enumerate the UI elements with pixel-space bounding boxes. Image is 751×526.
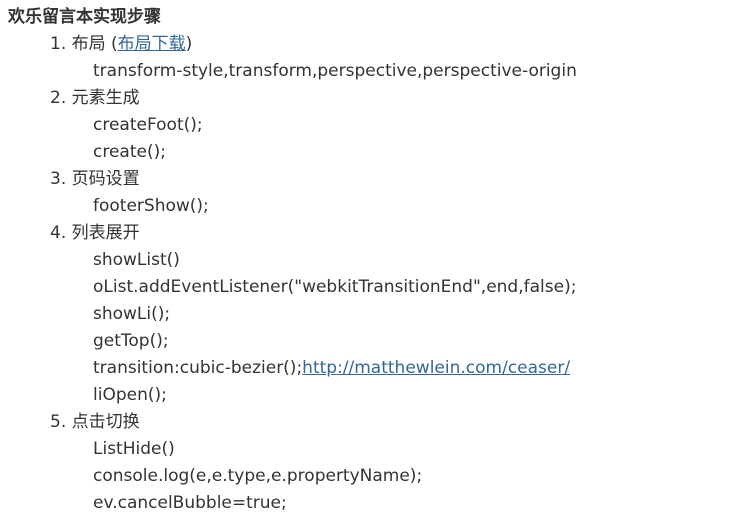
step-1-label: 1. 布局 (50, 34, 106, 54)
layout-download-link[interactable]: 布局下载 (118, 34, 186, 54)
code-line: oList.addEventListener("webkitTransition… (93, 277, 577, 297)
code-line: transform-style,transform,perspective,pe… (93, 61, 577, 81)
code-line: ev.cancelBubble=true; (93, 493, 287, 513)
step-1-paren-open: ( (105, 34, 118, 54)
code-line: footerShow(); (93, 196, 209, 216)
document-body: 欢乐留言本实现步骤 1. 布局 (布局下载) transform-style,t… (0, 0, 751, 526)
code-line: getTop(); (93, 331, 169, 351)
step-2-heading: 2. 元素生成 (50, 88, 140, 108)
code-line: createFoot(); (93, 115, 203, 135)
code-line: console.log(e,e.type,e.propertyName); (93, 466, 423, 486)
step-1-paren-close: ) (185, 34, 193, 54)
code-line: liOpen(); (93, 385, 167, 405)
step-1-heading: 1. 布局 (布局下载) (50, 31, 192, 58)
code-line: ListHide() (93, 439, 175, 459)
step-4-heading: 4. 列表展开 (50, 223, 140, 243)
code-line: transition:cubic-bezier(); (93, 358, 303, 378)
transition-line: transition:cubic-bezier();http://matthew… (93, 355, 570, 382)
code-line: showList() (93, 250, 180, 270)
ceaser-link[interactable]: http://matthewlein.com/ceaser/ (302, 358, 570, 378)
step-5-heading: 5. 点击切换 (50, 412, 140, 432)
page-title: 欢乐留言本实现步骤 (8, 7, 161, 27)
step-3-heading: 3. 页码设置 (50, 169, 140, 189)
code-line: showLi(); (93, 304, 171, 324)
code-line: create(); (93, 142, 166, 162)
